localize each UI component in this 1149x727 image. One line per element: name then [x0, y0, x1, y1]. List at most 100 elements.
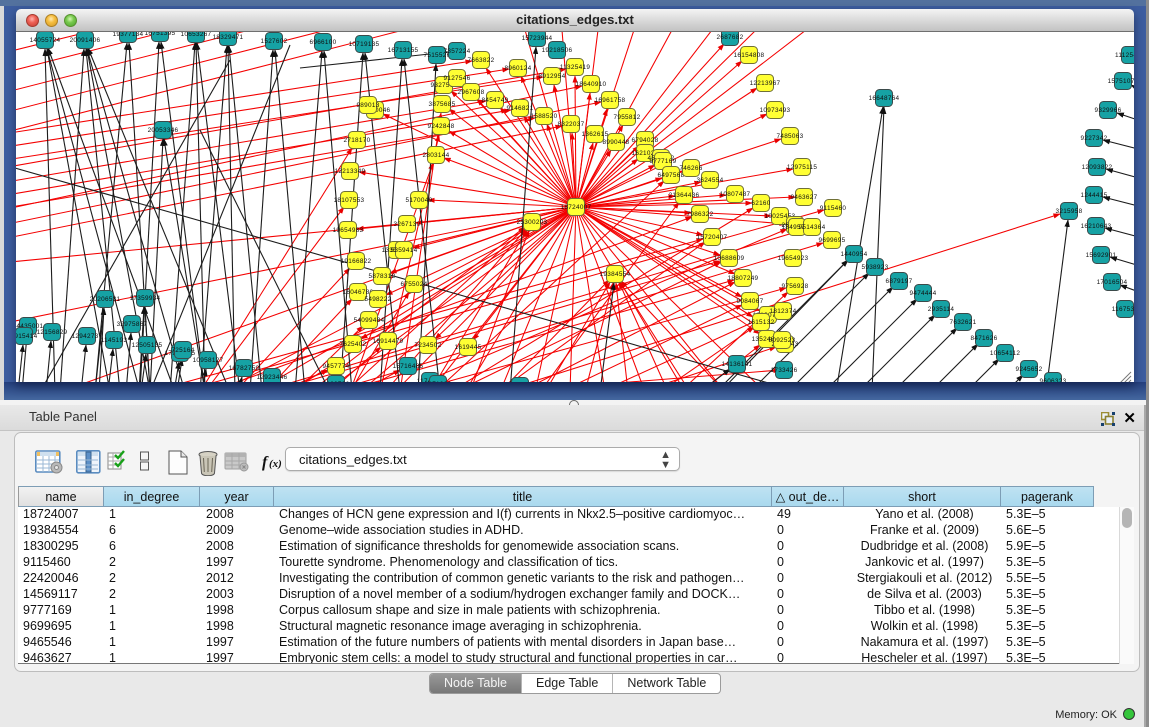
svg-text:5359414: 5359414 [391, 247, 418, 254]
svg-text:1588520: 1588520 [531, 113, 558, 120]
svg-text:9756928: 9756928 [782, 283, 809, 290]
svg-text:25300203: 25300203 [517, 219, 548, 226]
svg-text:10958127: 10958127 [193, 357, 224, 364]
svg-text:6755024: 6755024 [401, 281, 428, 288]
svg-text:15751074: 15751074 [1108, 78, 1134, 85]
svg-text:f: f [262, 454, 269, 471]
svg-text:9474444: 9474444 [910, 290, 937, 297]
svg-text:9699695: 9699695 [819, 237, 846, 244]
svg-text:8471929: 8471929 [425, 381, 452, 382]
svg-text:12156829: 12156829 [37, 329, 68, 336]
svg-text:3624554: 3624554 [697, 177, 724, 184]
svg-text:19654983: 19654983 [333, 227, 364, 234]
svg-text:9457774: 9457774 [323, 363, 350, 370]
svg-text:2967608: 2967608 [458, 89, 485, 96]
svg-text:9227342: 9227342 [1081, 135, 1108, 142]
svg-text:17016504: 17016504 [1097, 279, 1128, 286]
svg-text:19166822: 19166822 [341, 258, 372, 265]
svg-text:9777169: 9777169 [650, 158, 677, 165]
svg-text:7485063: 7485063 [777, 133, 804, 140]
svg-text:1440954: 1440954 [841, 251, 868, 258]
svg-text:8990448: 8990448 [603, 139, 630, 146]
svg-text:17359934: 17359934 [130, 295, 161, 302]
svg-text:16751395: 16751395 [145, 32, 176, 37]
svg-text:11325419: 11325419 [560, 64, 591, 71]
svg-text:62160: 62160 [751, 200, 770, 207]
svg-text:10653267: 10653267 [181, 32, 212, 38]
svg-text:10807487: 10807487 [720, 191, 751, 198]
svg-text:32975867: 32975867 [117, 321, 148, 328]
svg-text:18640910: 18640910 [576, 81, 607, 88]
svg-text:1527602: 1527602 [261, 38, 288, 45]
svg-text:10688609: 10688609 [714, 255, 745, 262]
svg-text:16046786: 16046786 [343, 289, 374, 296]
svg-text:9463627: 9463627 [791, 194, 818, 201]
svg-text:7632621: 7632621 [950, 319, 977, 326]
svg-text:5170049: 5170049 [406, 197, 433, 204]
svg-text:15692901: 15692901 [1086, 252, 1117, 259]
svg-text:16961758: 16961758 [595, 97, 626, 104]
svg-text:9245652: 9245652 [1016, 366, 1043, 373]
svg-text:14136141: 14136141 [722, 361, 753, 368]
svg-text:9606323: 9606323 [1040, 378, 1067, 382]
svg-text:7986322: 7986322 [687, 211, 714, 218]
svg-text:7625402: 7625402 [340, 341, 367, 348]
svg-text:1145193: 1145193 [101, 337, 128, 344]
svg-text:19384554: 19384554 [600, 271, 631, 278]
svg-text:2935114: 2935114 [928, 306, 955, 313]
svg-text:18724007: 18724007 [561, 204, 592, 211]
svg-text:9182736: 9182736 [323, 381, 350, 382]
svg-text:3875685: 3875685 [429, 101, 456, 108]
svg-text:10719135: 10719135 [349, 41, 380, 48]
svg-text:12975115: 12975115 [787, 164, 818, 171]
svg-text:12923446: 12923446 [257, 374, 288, 381]
svg-text:9146821: 9146821 [507, 105, 534, 112]
svg-text:12942737: 12942737 [72, 333, 103, 340]
svg-text:16210643: 16210643 [1081, 223, 1112, 230]
svg-text:16713155: 16713155 [388, 47, 419, 54]
svg-text:1733426: 1733426 [771, 367, 798, 374]
svg-text:8322037: 8322037 [558, 121, 585, 128]
svg-text:6879197: 6879197 [886, 278, 913, 285]
svg-text:9242848: 9242848 [428, 123, 455, 130]
svg-text:16648764: 16648764 [869, 95, 900, 102]
svg-text:16914479: 16914479 [373, 338, 404, 345]
svg-text:1244415: 1244415 [1081, 192, 1108, 199]
svg-text:19377134: 19377134 [113, 32, 144, 38]
svg-text:16782759: 16782759 [229, 365, 260, 372]
svg-text:18807249: 18807249 [728, 275, 759, 282]
svg-text:15716485: 15716485 [393, 363, 424, 370]
svg-text:12505135: 12505135 [132, 342, 163, 349]
svg-text:18329471: 18329471 [213, 34, 244, 41]
svg-text:10973493: 10973493 [760, 107, 791, 114]
svg-text:8912954: 8912954 [539, 73, 566, 80]
svg-text:8454749: 8454749 [482, 97, 509, 104]
svg-text:989013: 989013 [356, 102, 379, 109]
svg-text:20091406: 20091406 [70, 37, 101, 44]
svg-text:3267130: 3267130 [394, 221, 421, 228]
svg-text:6497568: 6497568 [658, 172, 685, 179]
svg-text:9084067: 9084067 [737, 298, 764, 305]
svg-text:15723944: 15723944 [522, 35, 553, 42]
svg-text:5938923: 5938923 [862, 264, 889, 271]
svg-text:54099484: 54099484 [354, 317, 385, 324]
svg-text:(x): (x) [269, 458, 282, 470]
svg-text:5498222: 5498222 [365, 296, 392, 303]
svg-text:725164: 725164 [171, 347, 194, 354]
svg-text:2718170: 2718170 [344, 137, 371, 144]
svg-text:20053346: 20053346 [148, 127, 179, 134]
svg-text:6794028: 6794028 [632, 137, 659, 144]
svg-text:1615132: 1615132 [748, 319, 775, 326]
svg-text:7955812: 7955812 [614, 114, 641, 121]
svg-text:1167533: 1167533 [1112, 306, 1134, 313]
svg-text:9329966: 9329966 [1095, 107, 1122, 114]
svg-text:10654112: 10654112 [990, 350, 1021, 357]
svg-text:8092523: 8092523 [769, 337, 796, 344]
svg-text:14055724: 14055724 [30, 37, 61, 44]
svg-text:20206531: 20206531 [90, 296, 121, 303]
svg-text:2687682: 2687682 [717, 34, 744, 41]
svg-text:3215958: 3215958 [1056, 208, 1083, 215]
svg-text:5878312: 5878312 [369, 273, 396, 280]
svg-text:8960124: 8960124 [505, 65, 532, 72]
svg-text:12093822: 12093822 [1082, 164, 1113, 171]
